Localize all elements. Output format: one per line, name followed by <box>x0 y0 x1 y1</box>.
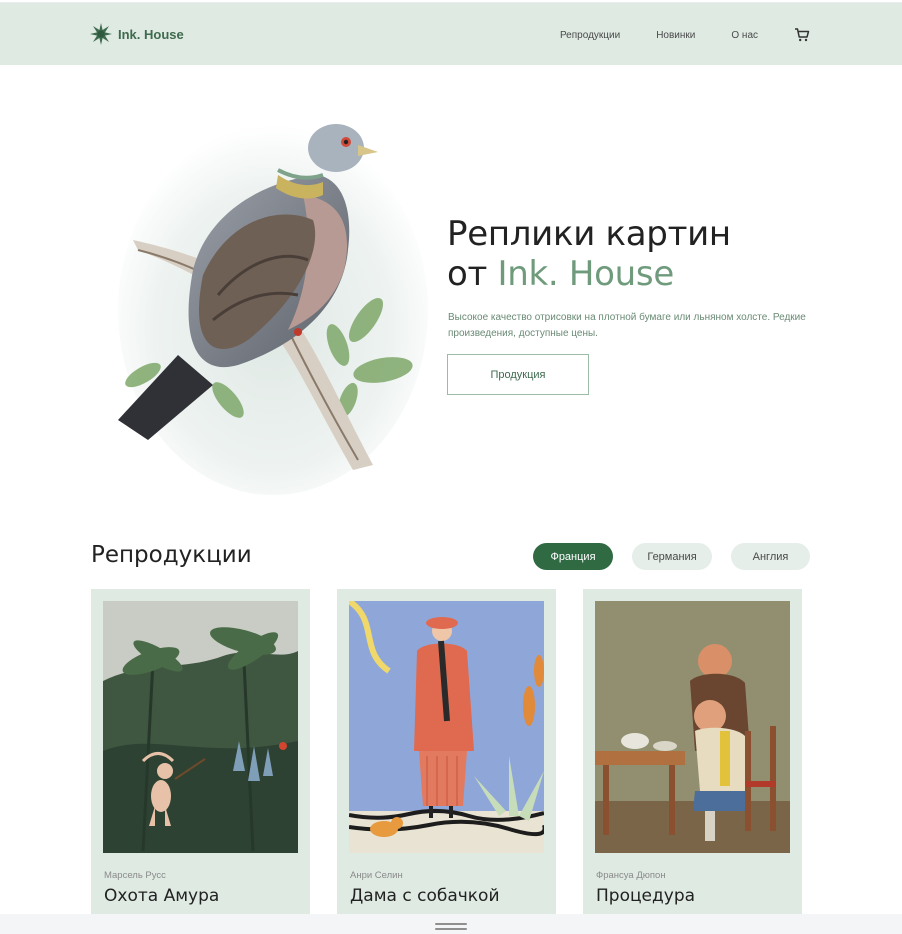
product-card[interactable]: Марсель Русс Охота Амура <box>91 589 310 919</box>
card-artist: Анри Селин <box>350 870 403 881</box>
cart-icon[interactable] <box>794 27 810 43</box>
product-card[interactable]: Анри Селин Дама с собачкой <box>337 589 556 919</box>
nav-link-about[interactable]: О нас <box>731 30 758 41</box>
site-header: Ink. House Репродукции Новинки О нас <box>0 2 902 65</box>
card-title: Процедура <box>596 886 696 906</box>
hero-title-prefix: от <box>447 254 488 294</box>
card-artist: Франсуа Дюпон <box>596 870 666 881</box>
bottom-bar <box>0 914 902 934</box>
country-filters: Франция Германия Англия <box>533 543 810 570</box>
hero-description: Высокое качество отрисовки на плотной бу… <box>448 312 806 339</box>
product-image <box>103 601 298 853</box>
main-nav: Репродукции Новинки О нас <box>524 27 810 43</box>
section-title: Репродукции <box>91 542 252 568</box>
logo-text: Ink. House <box>118 26 184 42</box>
hero-title-accent: Ink. House <box>497 254 675 294</box>
product-image <box>349 601 544 853</box>
nav-link-new[interactable]: Новинки <box>656 30 695 41</box>
hero-title: Реплики картин от Ink. House <box>447 214 847 294</box>
card-title: Дама с собачкой <box>350 886 500 906</box>
filter-germany[interactable]: Германия <box>632 543 712 570</box>
filter-england[interactable]: Англия <box>731 543 810 570</box>
products-button[interactable]: Продукция <box>447 354 589 395</box>
product-image <box>595 601 790 853</box>
hero-title-line1: Реплики картин <box>447 214 731 254</box>
hero-pigeon-illustration <box>118 124 428 495</box>
product-card[interactable]: Франсуа Дюпон Процедура <box>583 589 802 919</box>
logo-star-icon <box>90 23 112 45</box>
filter-france[interactable]: Франция <box>533 543 613 570</box>
drag-handle-icon[interactable] <box>435 923 467 930</box>
logo[interactable]: Ink. House <box>90 23 184 45</box>
nav-link-reproductions[interactable]: Репродукции <box>560 30 620 41</box>
card-artist: Марсель Русс <box>104 870 166 881</box>
card-title: Охота Амура <box>104 886 220 906</box>
